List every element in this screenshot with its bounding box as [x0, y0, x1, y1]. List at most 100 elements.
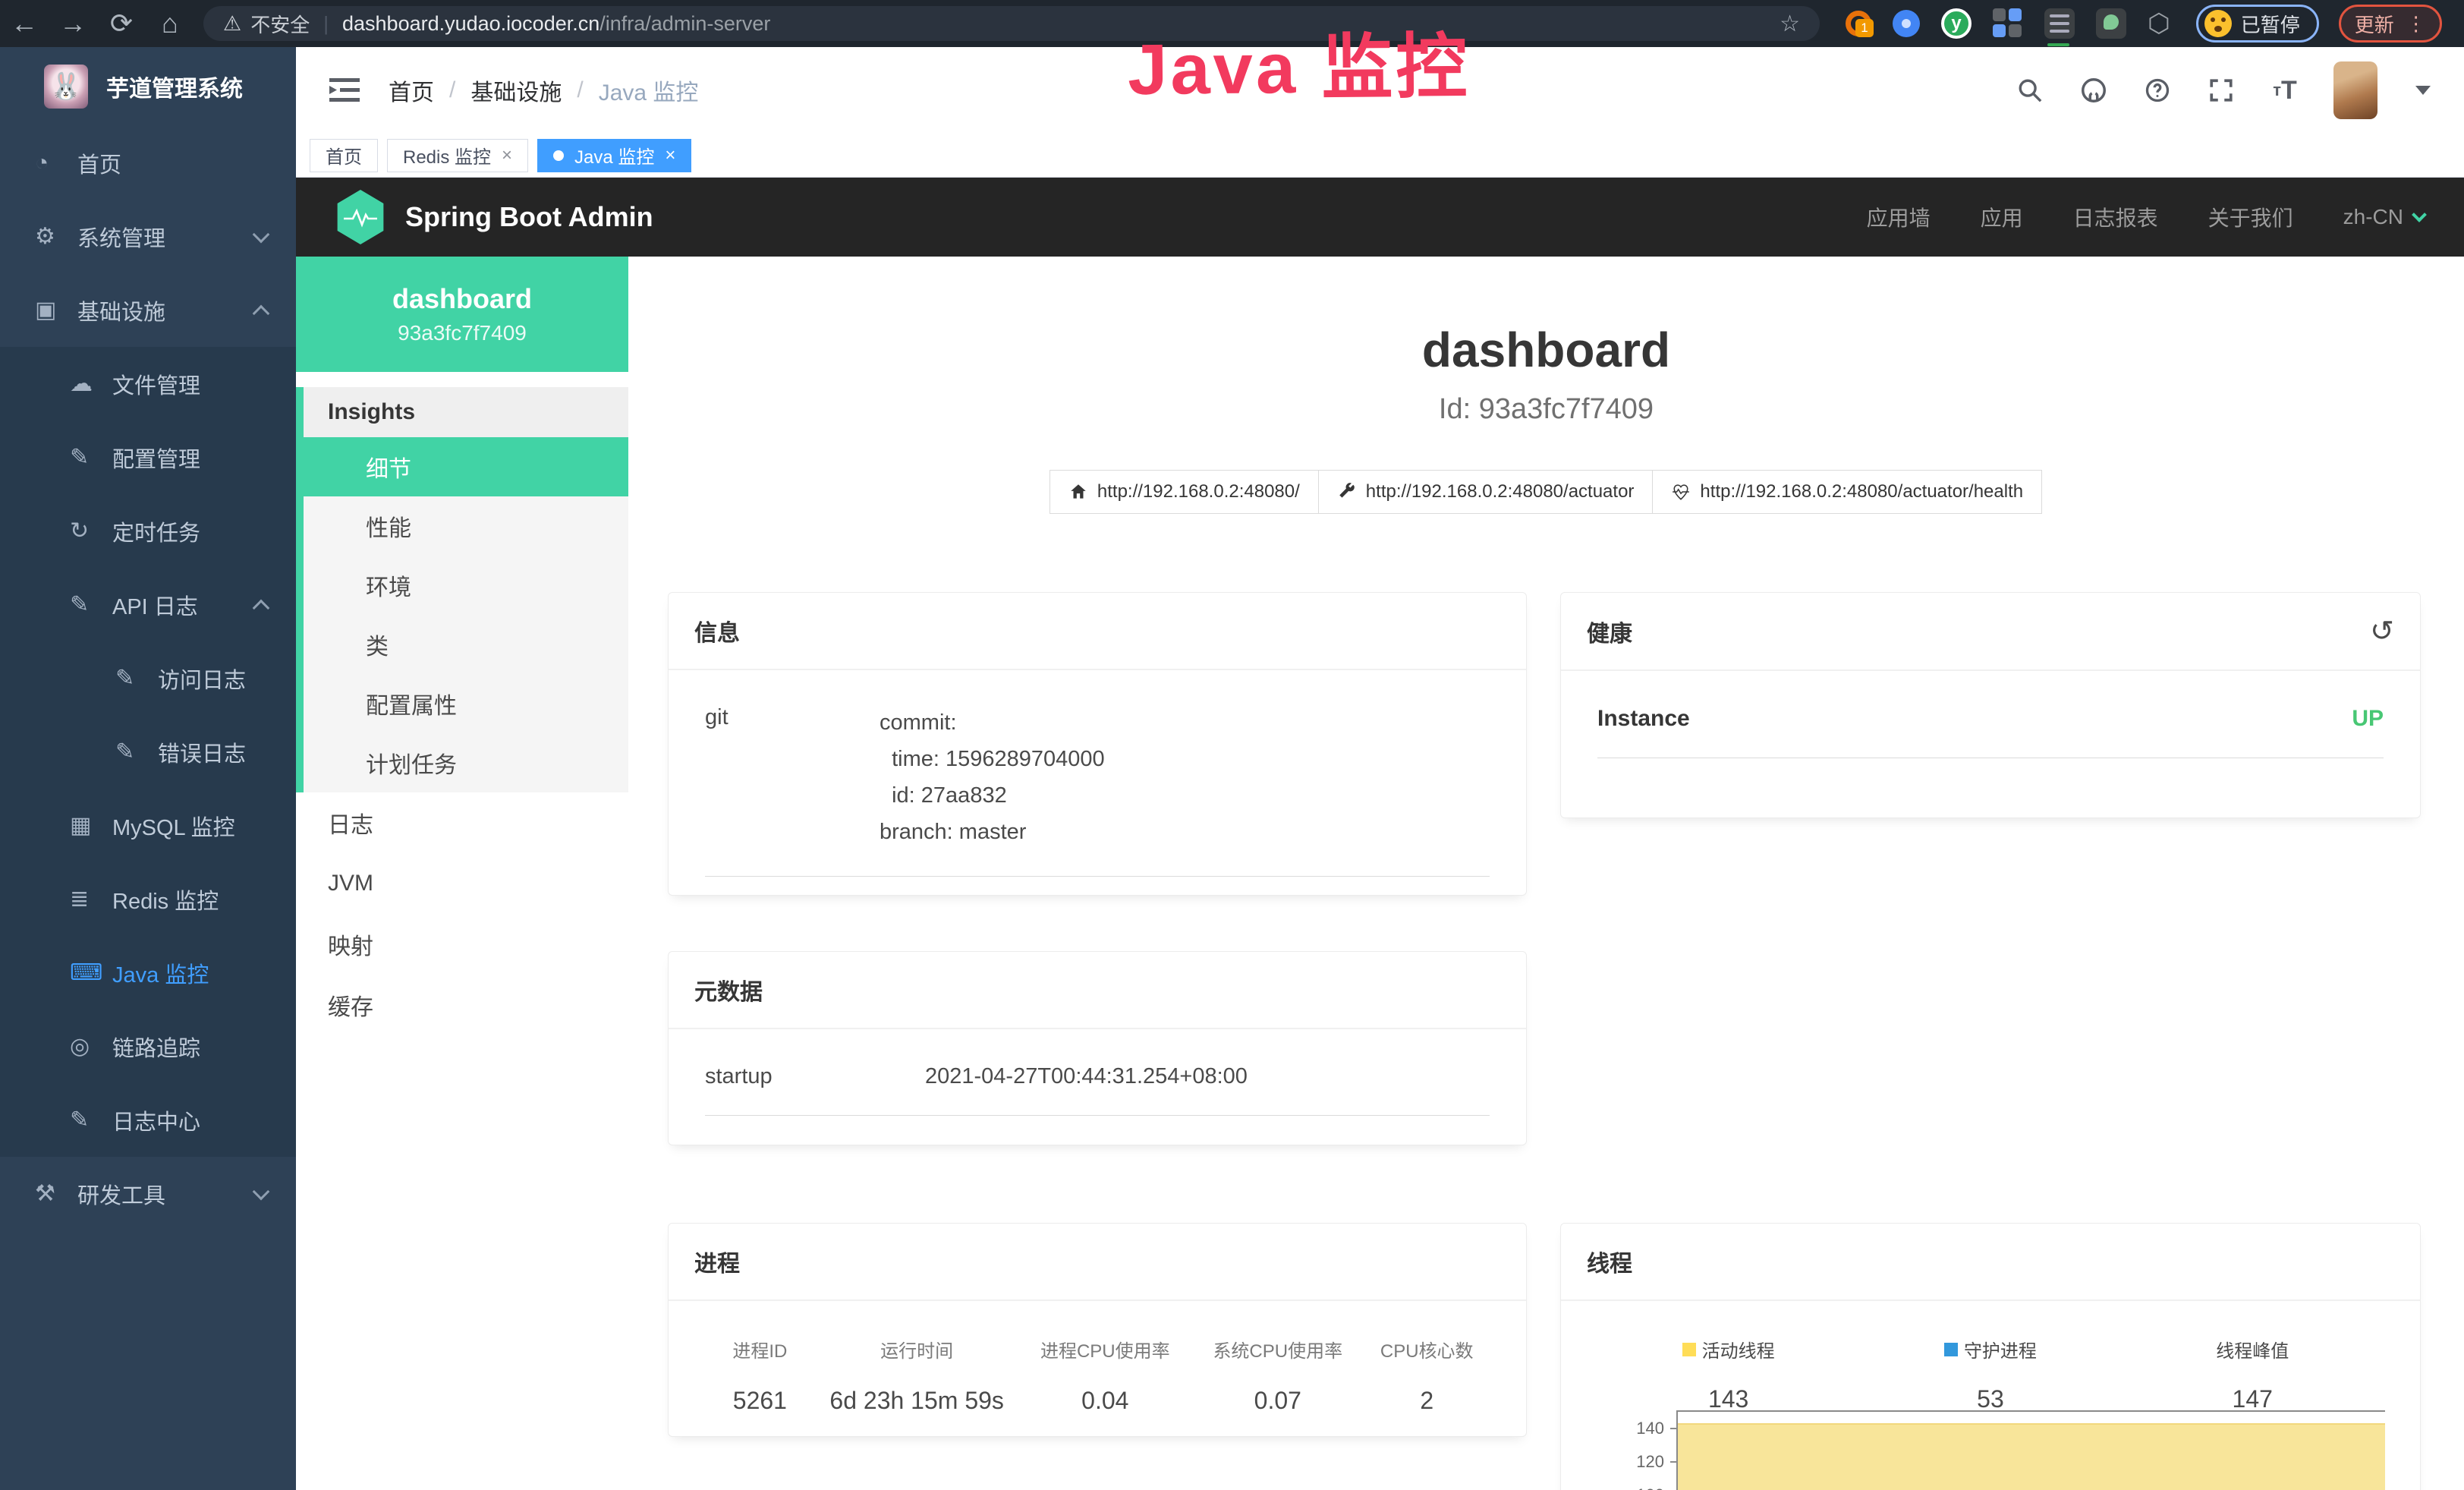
extension-list-icon[interactable]: on — [2044, 8, 2075, 39]
instance-id: 93a3fc7f7409 — [398, 321, 527, 345]
sba-item-classes[interactable]: 类 — [304, 615, 628, 674]
actuator-url-button[interactable]: http://192.168.0.2:48080/actuator — [1318, 470, 1654, 514]
extension-badge: 1 — [1855, 19, 1874, 37]
sidebar-item-api-logs[interactable]: ✎ API 日志 — [0, 568, 296, 641]
sidebar-item-scheduled-tasks[interactable]: ↻ 定时任务 — [0, 494, 296, 568]
chevron-down-icon — [253, 225, 270, 243]
sba-nav-wallboard[interactable]: 应用墙 — [1867, 202, 1931, 232]
sba-item-jvm[interactable]: JVM — [296, 853, 628, 914]
instance-name: dashboard — [392, 283, 532, 315]
sba-brand-title[interactable]: Spring Boot Admin — [405, 201, 653, 233]
breadcrumb-infrastructure[interactable]: 基础设施 — [470, 74, 562, 107]
chrome-update-button[interactable]: 更新 ⋮ — [2339, 5, 2442, 43]
extensions-puzzle-icon[interactable]: ⬡ — [2148, 8, 2170, 39]
extension-grid-icon[interactable] — [1993, 8, 2023, 39]
service-url: http://192.168.0.2:48080/ — [1097, 481, 1300, 502]
sba-item-logs[interactable]: 日志 — [296, 792, 628, 853]
avatar-caret-icon[interactable] — [2415, 86, 2431, 95]
sidebar-item-label: API 日志 — [112, 589, 198, 621]
metadata-card: 元数据 startup 2021-04-27T00:44:31.254+08:0… — [668, 951, 1527, 1145]
close-icon[interactable]: × — [502, 145, 512, 166]
status-badge: UP — [2352, 706, 2384, 732]
help-icon[interactable] — [2142, 75, 2173, 106]
sba-item-details[interactable]: 细节 — [304, 437, 628, 496]
sba-language-select[interactable]: zh-CN — [2343, 205, 2425, 229]
sidebar-item-label: Redis 监控 — [112, 884, 219, 915]
extension-row: 1 y on ⬡ — [1846, 8, 2170, 39]
sba-item-caches[interactable]: 缓存 — [296, 975, 628, 1035]
breadcrumb-home[interactable]: 首页 — [389, 74, 434, 107]
sba-item-scheduled-tasks[interactable]: 计划任务 — [304, 733, 628, 792]
info-card-title: 信息 — [669, 593, 1526, 670]
sidebar-item-error-logs[interactable]: ✎ 错误日志 — [0, 715, 296, 789]
sba-item-metrics[interactable]: 性能 — [304, 496, 628, 556]
app-logo-row[interactable]: 🐰 芋道管理系统 — [0, 47, 296, 126]
metadata-card-title: 元数据 — [669, 952, 1526, 1029]
sidebar-item-log-center[interactable]: ✎ 日志中心 — [0, 1083, 296, 1157]
sba-nav-journal[interactable]: 日志报表 — [2073, 202, 2158, 232]
process-cores-value: 2 — [1364, 1387, 1490, 1415]
sba-item-mappings[interactable]: 映射 — [296, 914, 628, 975]
tags-view: 首页 Redis 监控 × Java 监控 × — [296, 134, 2464, 178]
process-uptime-value: 6d 23h 15m 59s — [815, 1387, 1019, 1415]
instance-header[interactable]: dashboard 93a3fc7f7409 — [296, 257, 628, 372]
user-avatar[interactable] — [2333, 61, 2377, 119]
history-icon[interactable]: ↺ — [2370, 614, 2394, 648]
peak-threads-value: 147 — [2122, 1385, 2384, 1413]
page-subtitle: Id: 93a3fc7f7409 — [628, 393, 2464, 426]
monitor-icon: ▣ — [35, 297, 77, 323]
browser-menu-icon[interactable]: ⋮ — [2406, 12, 2426, 36]
fullscreen-icon[interactable] — [2206, 75, 2236, 106]
url-path[interactable]: /infra/admin-server — [599, 12, 770, 36]
sba-body: dashboard 93a3fc7f7409 Insights 细节 性能 环境… — [296, 257, 2464, 1490]
security-label[interactable]: 不安全 — [250, 10, 310, 38]
home-icon[interactable]: ⌂ — [146, 8, 194, 39]
sidebar-item-infrastructure[interactable]: ▣ 基础设施 — [0, 273, 296, 347]
sidebar-item-system-mgmt[interactable]: ⚙ 系统管理 — [0, 200, 296, 273]
metadata-startup-value: 2021-04-27T00:44:31.254+08:00 — [925, 1064, 1248, 1089]
extension-leaf-icon[interactable] — [2096, 8, 2126, 39]
wrench-icon — [1337, 482, 1357, 502]
extension-y-icon[interactable]: y — [1941, 8, 1972, 39]
collapse-sidebar-icon[interactable] — [329, 77, 360, 103]
reload-icon[interactable]: ⟳ — [97, 8, 146, 39]
sidebar-item-dev-tools[interactable]: ⚒ 研发工具 — [0, 1157, 296, 1230]
profile-paused-chip[interactable]: 已暂停 — [2196, 5, 2319, 43]
address-bar[interactable]: ⚠ 不安全 | dashboard.yudao.iocoder.cn /infr… — [203, 6, 1820, 41]
close-icon[interactable]: × — [665, 145, 675, 166]
back-icon[interactable]: ← — [0, 8, 49, 39]
annotation-java-monitor: Java 监控 — [1127, 9, 1470, 115]
tab-redis-monitor[interactable]: Redis 监控 × — [387, 139, 528, 172]
layers-icon: ≣ — [70, 886, 112, 912]
tab-java-monitor[interactable]: Java 监控 × — [537, 139, 691, 172]
bookmark-star-icon[interactable]: ☆ — [1780, 11, 1800, 37]
extension-orange-icon[interactable]: 1 — [1846, 11, 1871, 36]
sidebar-item-config-mgmt[interactable]: ✎ 配置管理 — [0, 421, 296, 494]
sba-nav-applications[interactable]: 应用 — [1981, 202, 2023, 232]
sidebar-item-file-mgmt[interactable]: ☁ 文件管理 — [0, 347, 296, 421]
service-url-button[interactable]: http://192.168.0.2:48080/ — [1049, 470, 1319, 514]
sba-item-environment[interactable]: 环境 — [304, 556, 628, 615]
sidebar-item-access-logs[interactable]: ✎ 访问日志 — [0, 641, 296, 715]
sba-nav-about[interactable]: 关于我们 — [2208, 202, 2293, 232]
url-host[interactable]: dashboard.yudao.iocoder.cn — [342, 12, 599, 36]
legend-yellow-swatch — [1682, 1343, 1696, 1356]
app-logo-image: 🐰 — [44, 65, 88, 109]
github-icon[interactable] — [2079, 75, 2109, 106]
search-icon[interactable] — [2015, 75, 2045, 106]
sidebar-item-tracing[interactable]: ◎ 链路追踪 — [0, 1010, 296, 1083]
health-url-button[interactable]: http://192.168.0.2:48080/actuator/health — [1652, 470, 2042, 514]
chevron-up-icon — [253, 304, 270, 322]
font-size-icon[interactable]: тT — [2270, 75, 2300, 106]
breadcrumb-separator: / — [449, 77, 455, 103]
tab-home[interactable]: 首页 — [310, 139, 378, 172]
sidebar-item-java-monitor[interactable]: ⌨ Java 监控 — [0, 936, 296, 1010]
extension-pin-icon[interactable] — [1893, 10, 1920, 37]
java-monitor-icon: ⌨ — [70, 959, 112, 986]
sidebar-item-redis-monitor[interactable]: ≣ Redis 监控 — [0, 862, 296, 936]
sidebar-item-home[interactable]: ◔ 首页 — [0, 126, 296, 200]
sba-item-config-props[interactable]: 配置属性 — [304, 674, 628, 733]
log-icon: ✎ — [115, 665, 158, 691]
sidebar-item-mysql-monitor[interactable]: ▦ MySQL 监控 — [0, 789, 296, 862]
forward-icon[interactable]: → — [49, 8, 97, 39]
